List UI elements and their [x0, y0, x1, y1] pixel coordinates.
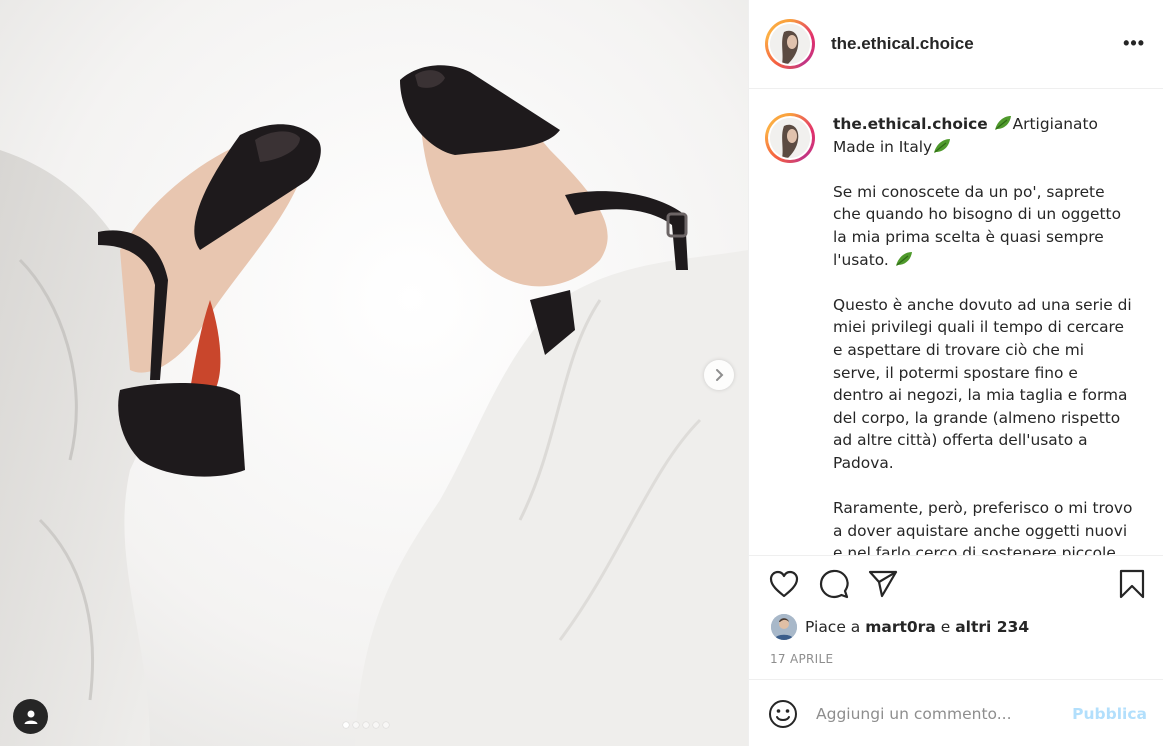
caption-username[interactable]: the.ethical.choice — [833, 115, 988, 133]
avatar — [770, 24, 810, 64]
story-ring[interactable] — [765, 19, 815, 69]
emoji-button[interactable] — [768, 699, 798, 729]
smiley-icon — [769, 699, 797, 728]
leaf-emoji-icon — [895, 251, 912, 266]
save-button[interactable] — [1117, 568, 1147, 600]
publish-button[interactable]: Pubblica — [1072, 705, 1147, 723]
carousel-dot — [363, 722, 369, 728]
like-button[interactable] — [768, 568, 800, 600]
caption-text: the.ethical.choice Artigianato Made in I… — [833, 113, 1133, 555]
chevron-right-icon — [716, 369, 724, 381]
leaf-emoji-icon — [994, 116, 1011, 130]
bookmark-icon — [1119, 569, 1145, 599]
post-date[interactable]: 17 APRILE — [770, 652, 833, 666]
action-icons — [768, 568, 1147, 602]
caption-paragraph-3: Raramente, però, preferisco o mi trovo a… — [833, 499, 1133, 555]
avatar-image — [770, 24, 810, 64]
comment-input[interactable] — [816, 704, 1073, 723]
more-options-button[interactable]: ••• — [1123, 34, 1145, 52]
comments-section[interactable]: the.ethical.choice Artigianato Made in I… — [749, 89, 1163, 555]
caption-story-ring[interactable] — [765, 113, 815, 163]
post-media[interactable] — [0, 0, 748, 746]
likes-conjunction: e — [940, 618, 951, 636]
caption-line2: Made in Italy — [833, 137, 933, 156]
post-photo — [0, 0, 748, 746]
caption-avatar — [770, 118, 810, 158]
liker-avatar[interactable] — [771, 614, 797, 640]
carousel-dot — [373, 722, 379, 728]
avatar-image — [771, 614, 797, 640]
heart-icon — [769, 570, 799, 598]
caption-line1: Artigianato — [1012, 115, 1098, 133]
comment-icon — [819, 569, 849, 599]
likes-others-link[interactable]: altri 234 — [955, 618, 1029, 636]
user-icon — [24, 710, 37, 724]
carousel-dot — [353, 722, 359, 728]
likes-prefix: Piace a — [805, 618, 861, 636]
post-side-panel: the.ethical.choice ••• the.ethical.choic… — [748, 0, 1163, 746]
caption: the.ethical.choice Artigianato Made in I… — [765, 113, 1147, 555]
post-header: the.ethical.choice ••• — [749, 0, 1163, 89]
caption-paragraph-1: Se mi conoscete da un po', saprete che q… — [833, 182, 1121, 269]
post-actions: Piace a mart0ra e altri 234 17 APRILE Pu… — [749, 555, 1163, 746]
paper-plane-icon — [868, 570, 898, 598]
carousel-dot — [343, 722, 349, 728]
avatar-image — [770, 118, 810, 158]
leaf-emoji-icon — [934, 138, 951, 153]
liker-username[interactable]: mart0ra — [865, 618, 936, 636]
likes-summary: Piace a mart0ra e altri 234 — [771, 614, 1029, 640]
comment-button[interactable] — [818, 568, 850, 600]
carousel-next-button[interactable] — [704, 360, 734, 390]
add-comment-form: Pubblica — [749, 679, 1163, 746]
caption-paragraph-2: Questo è anche dovuto ad una serie di mi… — [833, 295, 1132, 472]
share-button[interactable] — [867, 568, 899, 600]
post-author-username[interactable]: the.ethical.choice — [831, 34, 974, 54]
carousel-dot — [383, 722, 389, 728]
tagged-users-button[interactable] — [13, 699, 48, 734]
carousel-indicator — [343, 722, 389, 728]
